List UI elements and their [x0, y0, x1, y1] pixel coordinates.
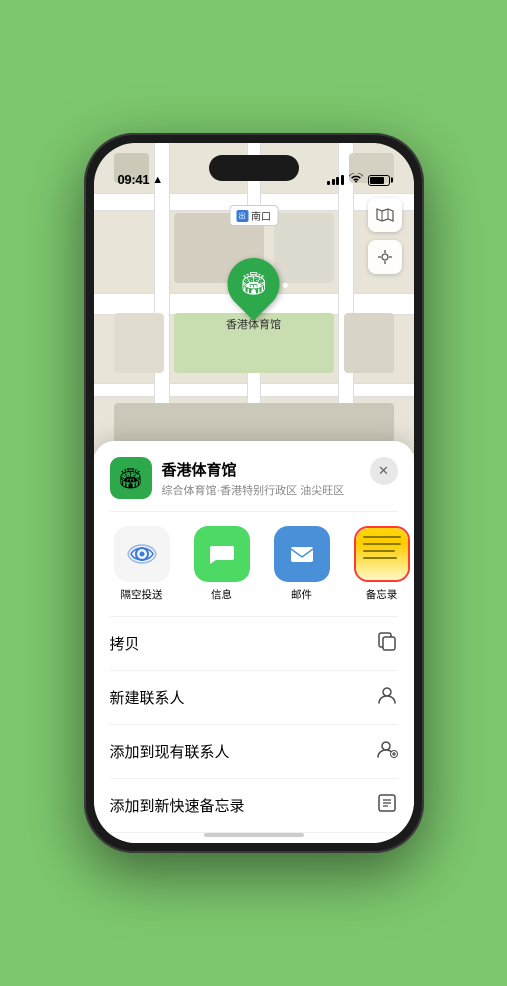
new-contact-icon: [376, 684, 398, 711]
add-existing-icon: [376, 738, 398, 765]
close-button[interactable]: ✕: [370, 457, 398, 485]
map-controls: [368, 198, 402, 274]
location-button[interactable]: [368, 240, 402, 274]
airdrop-label: 隔空投送: [121, 587, 163, 602]
action-new-contact-text: 新建联系人: [110, 687, 185, 708]
status-icons: [327, 173, 390, 187]
share-messages[interactable]: 信息: [182, 526, 262, 602]
phone-frame: 09:41 ▲: [84, 133, 424, 853]
notes-label: 备忘录: [366, 587, 398, 602]
quick-note-icon: [376, 792, 398, 819]
dynamic-island: [209, 155, 299, 181]
map-entrance-label: 出 南口: [229, 205, 278, 226]
status-time: 09:41: [118, 172, 150, 187]
action-copy-text: 拷贝: [110, 633, 140, 654]
bottom-sheet: 🏟 香港体育馆 综合体育馆·香港特别行政区 油尖旺区 ✕: [94, 441, 414, 843]
battery-icon: [368, 175, 390, 186]
home-indicator: [204, 833, 304, 837]
share-airdrop[interactable]: 隔空投送: [102, 526, 182, 602]
messages-label: 信息: [211, 587, 232, 602]
map-label-icon: 出: [236, 210, 248, 222]
action-copy[interactable]: 拷贝: [110, 617, 398, 671]
map-pin: 🏟 香港体育馆: [226, 258, 281, 332]
venue-info: 香港体育馆 综合体育馆·香港特别行政区 油尖旺区: [162, 459, 398, 498]
pin-circle: 🏟: [217, 247, 291, 321]
mail-icon: [274, 526, 330, 582]
share-mail[interactable]: 邮件: [262, 526, 342, 602]
map-label-text: 南口: [251, 208, 271, 223]
phone-screen: 09:41 ▲: [94, 143, 414, 843]
action-new-contact[interactable]: 新建联系人: [110, 671, 398, 725]
venue-name: 香港体育馆: [162, 459, 398, 480]
wifi-icon: [349, 173, 363, 187]
sheet-header: 🏟 香港体育馆 综合体育馆·香港特别行政区 油尖旺区 ✕: [94, 457, 414, 511]
action-quick-note-text: 添加到新快速备忘录: [110, 795, 245, 816]
action-add-existing[interactable]: 添加到现有联系人: [110, 725, 398, 779]
map-type-button[interactable]: [368, 198, 402, 232]
venue-subtitle: 综合体育馆·香港特别行政区 油尖旺区: [162, 482, 398, 498]
signal-bars: [327, 175, 344, 185]
action-list: 拷贝 新建联系人: [94, 617, 414, 843]
notes-icon: [354, 526, 410, 582]
share-row: 隔空投送 信息: [94, 512, 414, 616]
pin-emoji: 🏟: [240, 271, 268, 297]
action-add-existing-text: 添加到现有联系人: [110, 741, 230, 762]
action-quick-note[interactable]: 添加到新快速备忘录: [110, 779, 398, 833]
copy-icon: [376, 630, 398, 657]
venue-icon: 🏟: [110, 457, 152, 499]
location-arrow-icon: ▲: [152, 174, 163, 186]
airdrop-icon: [114, 526, 170, 582]
messages-icon: [194, 526, 250, 582]
share-notes[interactable]: 备忘录: [342, 526, 414, 602]
mail-label: 邮件: [291, 587, 312, 602]
